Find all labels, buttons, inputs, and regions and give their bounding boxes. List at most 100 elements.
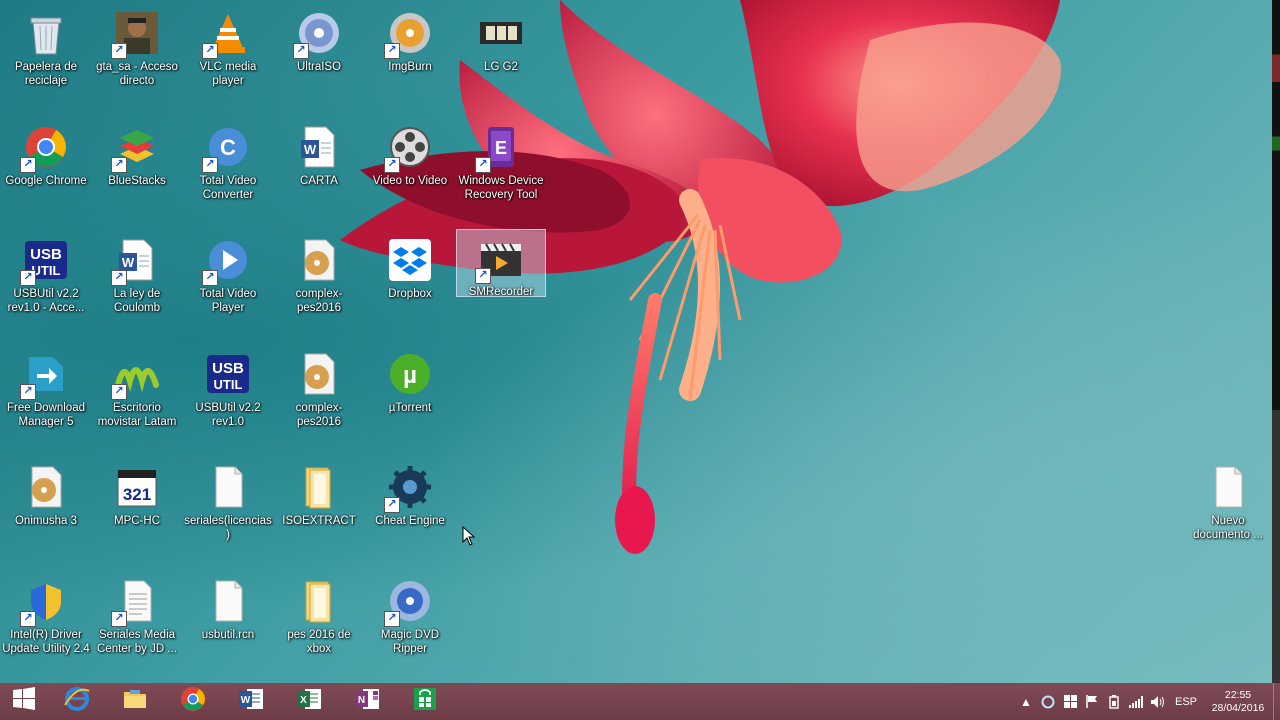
action-center-flag-icon[interactable] <box>1081 683 1103 720</box>
ultraiso-icon: ↗ <box>293 9 343 59</box>
recycle-bin-icon <box>22 9 70 57</box>
shortcut-arrow-icon: ↗ <box>384 156 400 173</box>
svg-text:W: W <box>241 695 251 706</box>
desktop-icon-mpc-hc[interactable]: 321 MPC-HC <box>93 457 181 565</box>
taskbar-windows-start-button[interactable] <box>0 683 48 720</box>
desktop-icon-isoextract[interactable]: ISOEXTRACT <box>275 457 363 565</box>
movistar-icon: ↗ <box>111 350 161 400</box>
desktop-icon-papelera-de-reciclaje[interactable]: Papelera de reciclaje <box>2 3 90 111</box>
show-desktop-button[interactable] <box>1273 683 1280 720</box>
svg-text:E: E <box>495 138 507 158</box>
desktop-icon-smrecorder[interactable]: ↗ SMRecorder <box>456 229 546 298</box>
svg-text:W: W <box>122 255 135 270</box>
desktop-icon-bluestacks[interactable]: ↗ BlueStacks <box>93 117 181 225</box>
shortcut-arrow-icon: ↗ <box>202 43 218 59</box>
taskbar-onenote-button[interactable]: N <box>338 683 396 720</box>
show-hidden-icons-icon[interactable]: ▲ <box>1015 683 1037 720</box>
battery-icon[interactable] <box>1103 683 1125 720</box>
blank-file-icon <box>1204 463 1252 511</box>
desktop-icon-vlc-media-player[interactable]: ↗ VLC media player <box>184 3 272 111</box>
word-document-icon: W ↗ <box>111 236 161 286</box>
desktop-icon-pes-2016-de-xbox[interactable]: pes 2016 de xbox <box>275 571 363 679</box>
folder-icon <box>295 577 343 625</box>
desktop-icon-carta[interactable]: W CARTA <box>275 117 363 225</box>
desktop-icon-torrent[interactable]: µ µTorrent <box>366 344 454 452</box>
desktop-icon-label: CARTA <box>300 174 338 187</box>
desktop-icon-escritorio-movistar-latam[interactable]: ↗ Escritorio movistar Latam <box>93 344 181 452</box>
desktop-icon-usbutil-v2-2-rev1-0[interactable]: USB UTIL USBUtil v2.2 rev1.0 <box>184 344 272 452</box>
taskbar-file-explorer-button[interactable] <box>106 683 164 720</box>
desktop-icon-video-to-video[interactable]: ↗ Video to Video <box>366 117 454 225</box>
svg-text:UTIL: UTIL <box>214 377 243 392</box>
taskbar-chrome-button[interactable] <box>164 683 222 720</box>
desktop-icon-la-ley-de-coulomb[interactable]: W ↗ La ley de Coulomb <box>93 230 181 338</box>
file-explorer-icon <box>121 685 149 718</box>
film-strip-icon <box>477 9 525 57</box>
svg-text:USB: USB <box>30 246 62 263</box>
svg-text:C: C <box>220 135 236 160</box>
shortcut-arrow-icon: ↗ <box>20 610 36 627</box>
text-file-icon: ↗ <box>111 577 161 627</box>
desktop-icon-label: Dropbox <box>388 288 432 300</box>
taskbar-excel-button[interactable]: X <box>280 683 338 720</box>
desktop-icon-total-video-converter[interactable]: C ↗ Total Video Converter <box>184 117 272 225</box>
dropbox-tray-icon[interactable] <box>1037 683 1059 720</box>
chrome-icon: ↗ <box>20 123 70 173</box>
desktop-icon-free-download-manager-5[interactable]: ↗ Free Download Manager 5 <box>2 344 90 452</box>
shortcut-arrow-icon: ↗ <box>20 156 36 173</box>
desktop-icon-seriales-licencias[interactable]: seriales(licencias) <box>184 457 272 565</box>
clock[interactable]: 22:55 28/04/2016 <box>1203 689 1273 715</box>
folder-icon <box>295 463 343 511</box>
fdm-icon: ↗ <box>20 350 70 400</box>
desktop-icon-google-chrome[interactable]: ↗ Google Chrome <box>2 117 90 225</box>
taskbar-internet-explorer-button[interactable] <box>48 683 106 720</box>
desktop-icon-magic-dvd-ripper[interactable]: ↗ Magic DVD Ripper <box>366 571 454 679</box>
desktop-icon-label: complex-pes2016 <box>295 401 343 428</box>
windows-tray-icon[interactable] <box>1059 683 1081 720</box>
desktop-icon-label: usbutil.rcn <box>201 628 255 641</box>
dvd-ripper-icon: ↗ <box>384 577 434 627</box>
desktop[interactable]: Papelera de reciclaje ↗ gta_sa - Acceso di… <box>0 0 1280 683</box>
desktop-icon-label: Escritorio movistar Latam <box>97 401 177 428</box>
desktop-icon-lg-g2[interactable]: LG G2 <box>457 3 545 111</box>
desktop-icon-windows-device-recovery-tool[interactable]: E ↗ Windows Device Recovery Tool <box>457 117 545 225</box>
desktop-icon-label: VLC media player <box>199 61 257 87</box>
desktop-icon-label: Nuevo documento ... <box>1193 515 1263 541</box>
desktop-icon-complex-pes2016[interactable]: complex-pes2016 <box>275 230 363 338</box>
desktop-icon-gta-sa-acceso-directo[interactable]: ↗ gta_sa - Acceso directo <box>93 3 181 111</box>
svg-text:USB: USB <box>212 360 244 377</box>
desktop-icon-label: µTorrent <box>388 401 432 414</box>
shortcut-arrow-icon: ↗ <box>20 270 36 286</box>
volume-icon[interactable] <box>1147 683 1169 720</box>
clock-time: 22:55 <box>1224 688 1252 701</box>
shortcut-arrow-icon: ↗ <box>111 43 127 59</box>
shortcut-arrow-icon: ↗ <box>384 610 400 627</box>
shortcut-arrow-icon: ↗ <box>20 383 36 400</box>
desktop-icon-cheat-engine[interactable]: ↗ Cheat Engine <box>366 457 454 565</box>
desktop-icon-usbutil-v2-2-rev1-0-acce[interactable]: USB UTIL ↗ USBUtil v2.2 rev1.0 - Acce... <box>2 230 90 338</box>
desktop-icon-label: MPC-HC <box>114 515 160 527</box>
desktop-icon-imgburn[interactable]: ↗ ImgBurn <box>366 3 454 111</box>
desktop-icon-label: Intel(R) Driver Update Utility 2.4 <box>2 628 90 655</box>
desktop-icon-label: Papelera de reciclaje <box>14 61 78 87</box>
taskbar-store-button[interactable] <box>396 683 454 720</box>
desktop-icon-complex-pes2016[interactable]: complex-pes2016 <box>275 344 363 452</box>
chrome-icon <box>179 685 207 718</box>
desktop-icon-usbutil-rcn[interactable]: usbutil.rcn <box>184 571 272 679</box>
signal-strength-icon[interactable] <box>1125 683 1147 720</box>
desktop-icon-dropbox[interactable]: Dropbox <box>366 230 454 338</box>
desktop-icon-ultraiso[interactable]: ↗ UltraISO <box>275 3 363 111</box>
total-video-converter-icon: C ↗ <box>202 123 252 173</box>
desktop-icon-intel-r-driver-update-utility-2-4[interactable]: ↗ Intel(R) Driver Update Utility 2.4 <box>2 571 90 679</box>
desktop-icon-onimusha-3[interactable]: Onimusha 3 <box>2 457 90 565</box>
shortcut-arrow-icon: ↗ <box>111 156 127 173</box>
desktop-icon-label: Total Video Converter <box>199 174 257 201</box>
window-edge-strip <box>1272 0 1280 683</box>
desktop-icon-label: Video to Video <box>372 174 448 187</box>
input-language-indicator[interactable]: ESP <box>1169 696 1203 708</box>
mpc-hc-icon: 321 <box>113 463 161 511</box>
desktop-icon-seriales-media-center-by-jd[interactable]: ↗ Seriales Media Center by JD ... <box>93 571 181 679</box>
taskbar-word-button[interactable]: W <box>222 683 280 720</box>
desktop-icon-total-video-player[interactable]: ↗ Total Video Player <box>184 230 272 338</box>
desktop-icon-nuevo-documento[interactable]: Nuevo documento ... <box>1184 457 1272 565</box>
